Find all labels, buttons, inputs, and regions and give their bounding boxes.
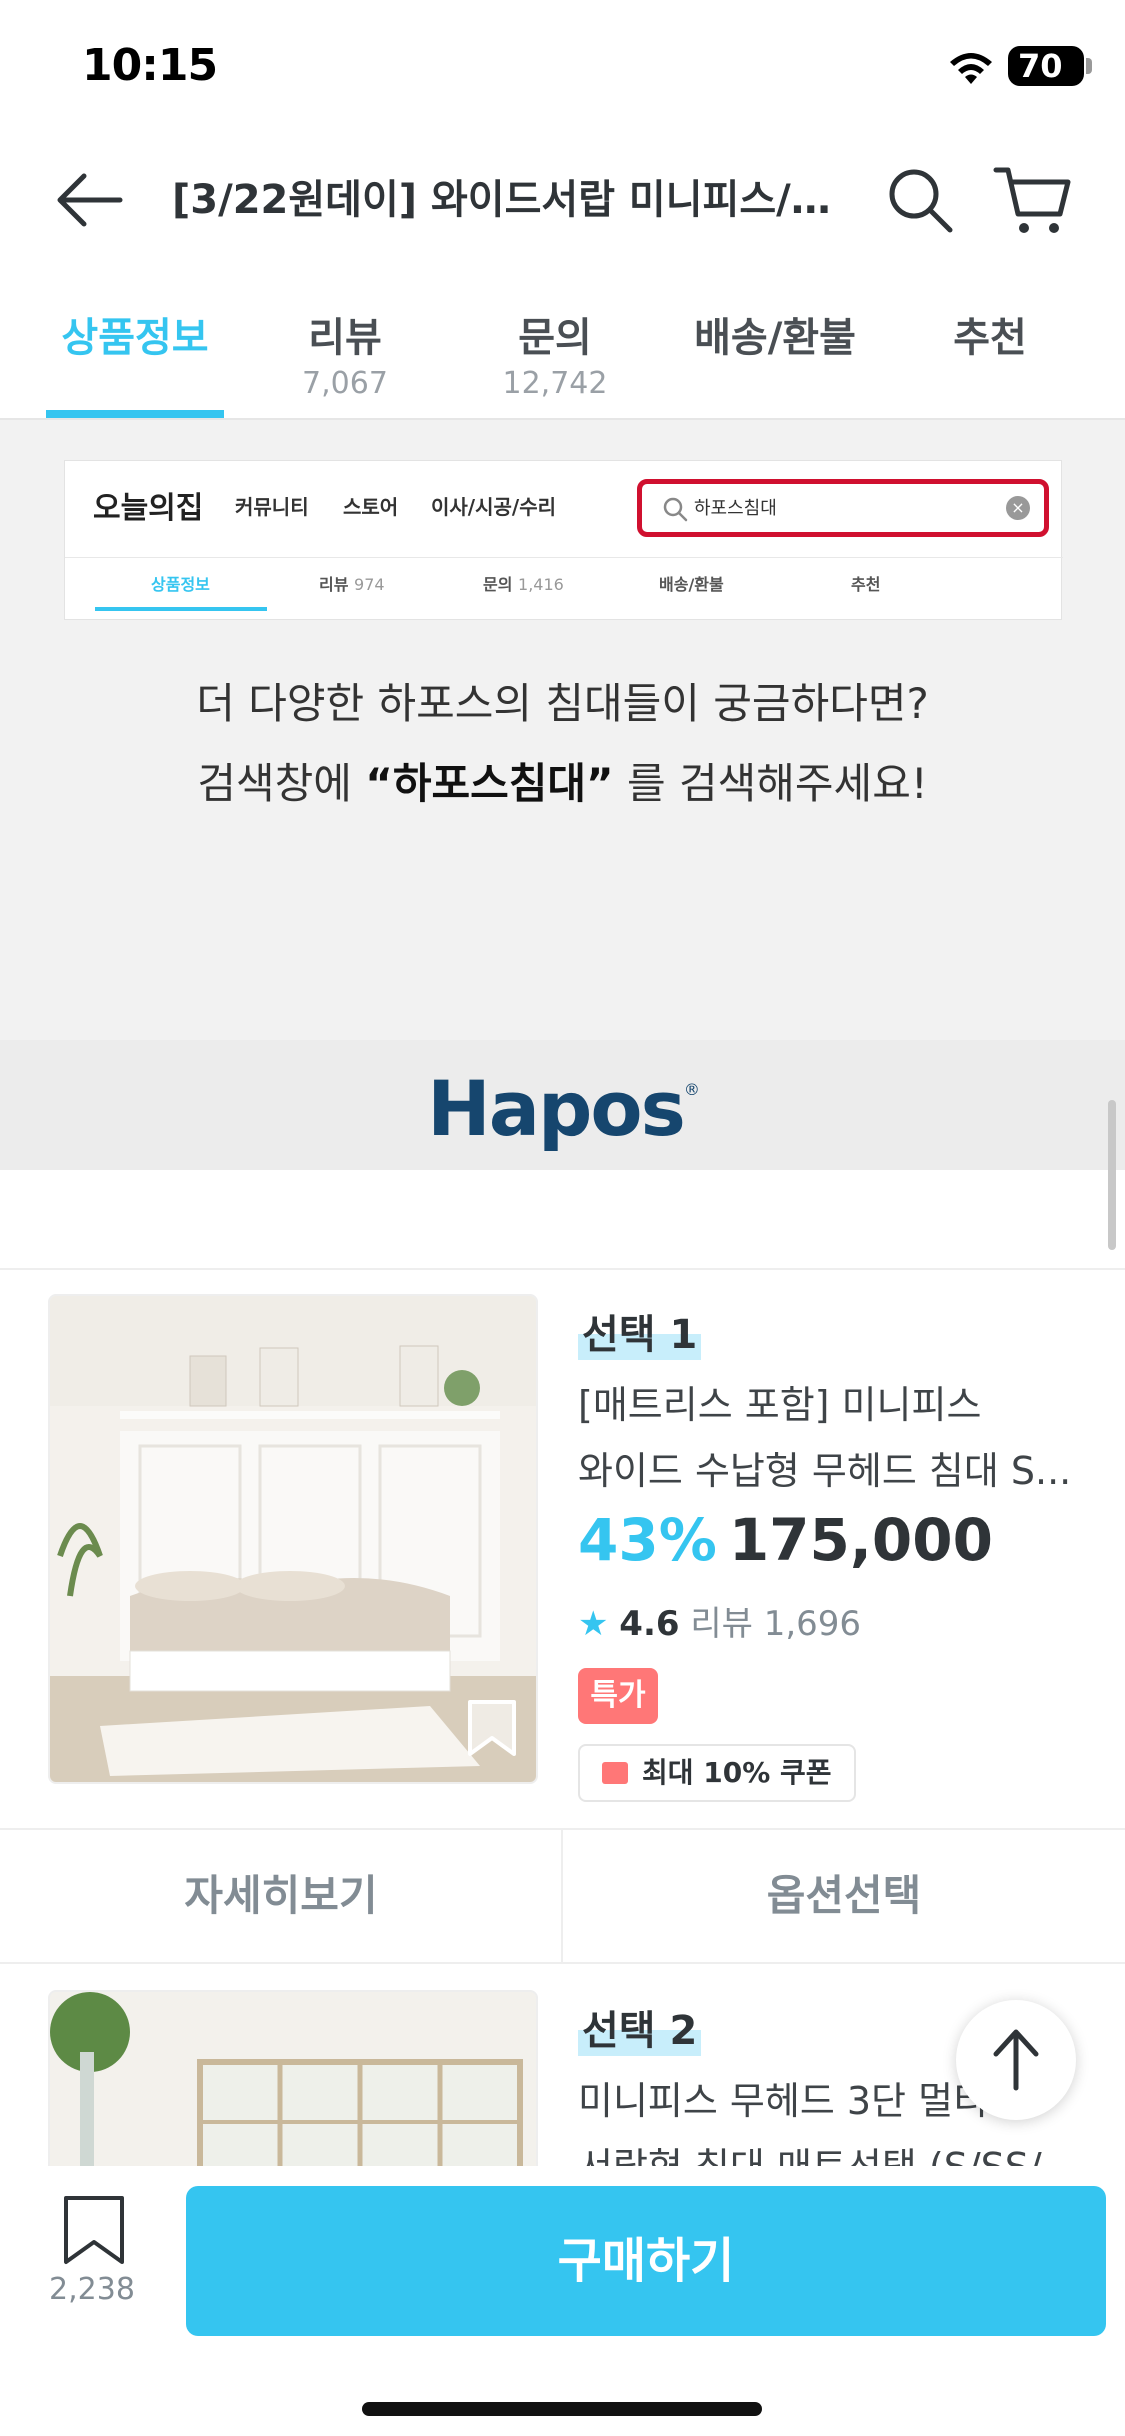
mini-tab-label: 상품정보 [151, 575, 210, 594]
coupon-text: 최대 10% 쿠폰 [642, 1756, 832, 1789]
mini-tab-count: 974 [354, 575, 385, 594]
mini-tab-label: 리뷰 [319, 575, 349, 594]
banner-text-prefix: 검색창에 [197, 759, 366, 808]
rating-score: 4.6 [619, 1604, 680, 1644]
tab-label: 문의 [518, 315, 592, 361]
review-count: 1,696 [763, 1604, 862, 1644]
mini-tab-info: 상품정보 [151, 571, 210, 595]
scroll-to-top-button[interactable] [956, 2000, 1076, 2120]
mini-nav-community: 커뮤니티 [235, 495, 309, 519]
price: 175,000 [728, 1506, 993, 1574]
battery-level: 70 [1018, 47, 1063, 85]
wifi-icon [950, 53, 992, 84]
mini-logo: 오늘의집 [93, 491, 204, 526]
product-card[interactable]: 선택 1 [매트리스 포함] 미니피스 와이드 수납형 무헤드 침대 S... … [0, 1294, 1125, 1824]
product-image[interactable] [48, 1990, 538, 2166]
buy-button[interactable]: 구매하기 [186, 2186, 1106, 2336]
review-label: 리뷰 [690, 1604, 753, 1644]
option-label: 선택 2 [578, 1998, 702, 2056]
special-deal-badge: 특가 [578, 1668, 658, 1724]
mini-tab-reviews: 리뷰 974 [319, 571, 385, 595]
mini-tab-inquiries: 문의 1,416 [483, 571, 564, 595]
status-bar: 10:15 70 [0, 0, 1125, 140]
mini-tab-label: 문의 [483, 575, 513, 594]
brand-logo-text: Hapos [427, 1064, 686, 1153]
bookmark-icon[interactable] [462, 1696, 522, 1760]
tab-inquiries[interactable]: 문의 12,742 [480, 290, 630, 420]
top-bar: [3/22원데이] 와이드서랍 미니피스/… [0, 140, 1125, 260]
active-tab-indicator [46, 410, 224, 418]
detail-banner: 오늘의집 커뮤니티 스토어 이사/시공/수리 하포스침대 × 상품정보 리뷰 9… [0, 420, 1125, 1170]
battery-icon: 70 [1008, 46, 1084, 86]
mini-search-icon [663, 497, 688, 522]
bottom-action-bar: 2,238 구매하기 [0, 2166, 1125, 2436]
banner-text-line1: 더 다양한 하포스의 침대들이 궁금하다면? [196, 679, 929, 728]
option-label: 선택 1 [578, 1302, 702, 1360]
rating-row: ★ 4.6 리뷰 1,696 [578, 1596, 861, 1645]
tab-label: 상품정보 [61, 315, 209, 361]
mini-divider [65, 557, 1063, 558]
product-image[interactable] [48, 1294, 538, 1784]
tab-recommend[interactable]: 추천 [920, 290, 1060, 420]
brand-strip: Hapos® [0, 1040, 1125, 1170]
section-divider [0, 1268, 1125, 1270]
tab-label: 배송/환불 [694, 315, 856, 361]
star-icon: ★ [578, 1604, 609, 1644]
tab-product-info[interactable]: 상품정보 [46, 290, 224, 420]
room-window-illustration [50, 1992, 536, 2166]
mini-active-indicator [95, 607, 267, 611]
tab-label: 추천 [953, 315, 1027, 361]
back-arrow-icon[interactable] [50, 160, 130, 240]
mini-nav-moving: 이사/시공/수리 [431, 495, 557, 519]
mini-clear-icon: × [1006, 496, 1030, 520]
mini-tab-count: 1,416 [518, 575, 564, 594]
mini-nav-store: 스토어 [343, 495, 399, 519]
home-indicator [362, 2402, 762, 2416]
tab-label: 리뷰 [308, 315, 382, 361]
product-name-line2: 와이드 수납형 무헤드 침대 S... [578, 1449, 1072, 1493]
mini-tab-label: 추천 [851, 575, 881, 594]
hapos-logo: Hapos® [0, 1064, 1125, 1153]
mini-search-box: 하포스침대 × [637, 479, 1049, 537]
tab-count: 12,742 [502, 366, 608, 401]
bookmark-icon[interactable] [60, 2194, 128, 2266]
mini-search-text: 하포스침대 [694, 498, 777, 519]
product-name-line1: [매트리스 포함] 미니피스 [578, 1383, 982, 1427]
price-row: 43% 175,000 [578, 1506, 993, 1574]
product-name-line2: 서랍형 침대 매트선택 (S/SS/ [578, 2134, 1078, 2166]
banner-keyword: “하포스침대” [365, 759, 614, 808]
mini-tab-recommend: 추천 [851, 571, 880, 595]
arrow-up-icon [993, 2029, 1039, 2091]
product-name[interactable]: [매트리스 포함] 미니피스 와이드 수납형 무헤드 침대 S... [578, 1372, 1078, 1504]
status-time: 10:15 [82, 40, 218, 91]
card-actions: 자세히보기 옵션선택 [0, 1828, 1125, 1964]
mini-tab-label: 배송/환불 [659, 575, 724, 594]
scrap-count: 2,238 [49, 2272, 135, 2307]
search-guide-image: 오늘의집 커뮤니티 스토어 이사/시공/수리 하포스침대 × 상품정보 리뷰 9… [64, 460, 1063, 620]
search-icon[interactable] [880, 160, 960, 240]
banner-text-suffix: 를 검색해주세요! [613, 759, 928, 808]
coupon-badge: 최대 10% 쿠폰 [578, 1744, 856, 1802]
tab-shipping-refund[interactable]: 배송/환불 [680, 290, 870, 420]
tab-reviews[interactable]: 리뷰 7,067 [270, 290, 420, 420]
tab-count: 7,067 [302, 366, 388, 401]
product-tabs: 상품정보 리뷰 7,067 문의 12,742 배송/환불 추천 [0, 290, 1125, 420]
discount-rate: 43% [578, 1506, 717, 1574]
cart-icon[interactable] [990, 158, 1074, 242]
view-details-button[interactable]: 자세히보기 [0, 1830, 562, 1962]
page-title: [3/22원데이] 와이드서랍 미니피스/… [172, 177, 831, 223]
scroll-indicator[interactable] [1108, 1100, 1116, 1250]
battery-cap [1086, 58, 1092, 74]
brand-mark: ® [683, 1080, 700, 1099]
select-option-button[interactable]: 옵션선택 [563, 1830, 1125, 1962]
mini-tab-shipping: 배송/환불 [659, 571, 724, 595]
banner-text-line2: 검색창에 “하포스침대” 를 검색해주세요! [0, 750, 1125, 811]
coupon-icon [602, 1762, 628, 1784]
